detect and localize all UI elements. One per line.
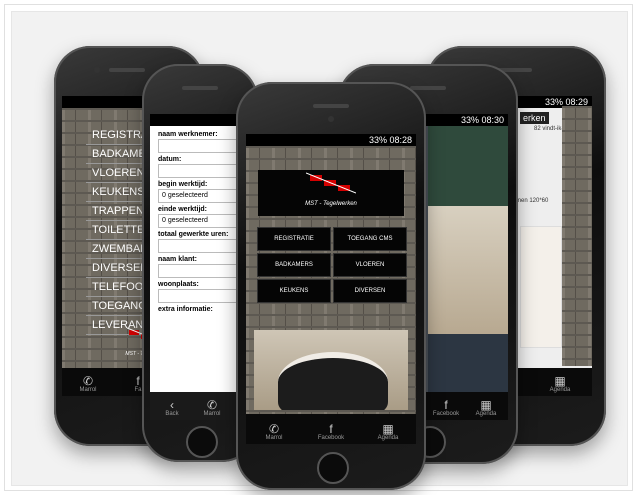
calendar-icon: ▦: [382, 422, 394, 436]
status-bar: [150, 114, 250, 126]
bottom-bar: ✆ Marrol f Facebook ▦ Agenda: [246, 414, 416, 444]
home-grid: REGISTRATIE TOEGANG CMS BADKAMERS VLOEREN …: [256, 226, 408, 304]
label-extra: extra informatie:: [158, 306, 213, 313]
speaker: [313, 104, 349, 108]
diversen-button[interactable]: DIVERSEN: [333, 279, 407, 303]
tile-photo: [428, 334, 508, 392]
phone-icon: ✆: [82, 374, 94, 388]
total-field[interactable]: [158, 239, 244, 253]
chevron-left-icon: ‹: [170, 398, 174, 412]
bathtub: [278, 352, 388, 410]
label-end: einde werktijd:: [158, 206, 208, 213]
image-frame: REGISTRATIE BADKAMERS VLOEREN KEUKENS TR…: [4, 4, 633, 491]
registration-form: naam werknemer: datum: begin werktijd: 0…: [158, 128, 244, 314]
speaker: [109, 68, 145, 72]
stone-wall: [562, 106, 592, 366]
vloeren-button[interactable]: VLOEREN: [333, 253, 407, 277]
bottom-bar: ‹ Back ✆ Marrol: [150, 392, 250, 420]
label-name: naam werknemer:: [158, 131, 218, 138]
phone-home: 33% 08:28 MST - Tegelwerken REGISTRATIE T…: [236, 82, 426, 490]
tab-phone[interactable]: ✆ Marrol: [254, 423, 294, 441]
image-canvas: REGISTRATIE BADKAMERS VLOEREN KEUKENS TR…: [11, 11, 628, 490]
label-start: begin werktijd:: [158, 181, 208, 188]
clock: 08:28: [389, 135, 412, 145]
name-field[interactable]: [158, 139, 244, 153]
facebook-icon: f: [444, 398, 448, 412]
end-select[interactable]: 0 geselecteerd: [158, 214, 244, 228]
place-field[interactable]: [158, 289, 244, 303]
label-client: naam klant:: [158, 256, 197, 263]
status-bar: 33% 08:28: [246, 134, 416, 146]
home-button[interactable]: [317, 452, 349, 484]
calendar-icon: ▦: [554, 374, 566, 388]
label-place: woonplaats:: [158, 281, 199, 288]
date-field[interactable]: [158, 164, 244, 178]
badkamers-button[interactable]: BADKAMERS: [257, 253, 331, 277]
logo-banner: MST - Tegelwerken: [258, 170, 404, 216]
caption: men 120*60: [516, 198, 549, 204]
phone-icon: ✆: [206, 398, 218, 412]
product-photo: [520, 226, 562, 348]
camera: [328, 116, 334, 122]
client-field[interactable]: [158, 264, 244, 278]
label-date: datum:: [158, 156, 182, 163]
bathroom-photo: [254, 330, 408, 410]
bath-photo: [428, 206, 508, 336]
tab-phone[interactable]: ✆ Marrol: [68, 375, 108, 393]
tab-back[interactable]: ‹ Back: [152, 399, 192, 417]
wall-photo: [428, 126, 508, 206]
calendar-icon: ▦: [480, 398, 492, 412]
phone-icon: ✆: [268, 422, 280, 436]
registratie-button[interactable]: REGISTRATIE: [257, 227, 331, 251]
facebook-icon: f: [329, 422, 333, 436]
tab-agenda[interactable]: ▦ Agenda: [540, 375, 580, 393]
logo-mark-icon: [305, 172, 357, 194]
toegang-cms-button[interactable]: TOEGANG CMS: [333, 227, 407, 251]
tab-phone[interactable]: ✆ Marrol: [192, 399, 232, 417]
start-select[interactable]: 0 geselecteerd: [158, 189, 244, 203]
tab-facebook[interactable]: f Facebook: [311, 423, 351, 441]
label-total: totaal gewerkte uren:: [158, 231, 229, 238]
tab-facebook[interactable]: f Facebook: [426, 399, 466, 417]
screen: 33% 08:28 MST - Tegelwerken REGISTRATIE T…: [246, 134, 416, 444]
tab-agenda[interactable]: ▦ Agenda: [466, 399, 506, 417]
clock: 08:30: [481, 115, 504, 125]
speaker: [410, 86, 446, 90]
tab-agenda[interactable]: ▦ Agenda: [368, 423, 408, 441]
speaker: [182, 86, 218, 90]
home-button[interactable]: [186, 426, 218, 458]
logo-text: MST - Tegelwerken: [305, 201, 357, 207]
screen: naam werknemer: datum: begin werktijd: 0…: [150, 114, 250, 420]
keukens-button[interactable]: KEUKENS: [257, 279, 331, 303]
page-header: erken: [520, 112, 549, 124]
camera: [94, 67, 100, 73]
